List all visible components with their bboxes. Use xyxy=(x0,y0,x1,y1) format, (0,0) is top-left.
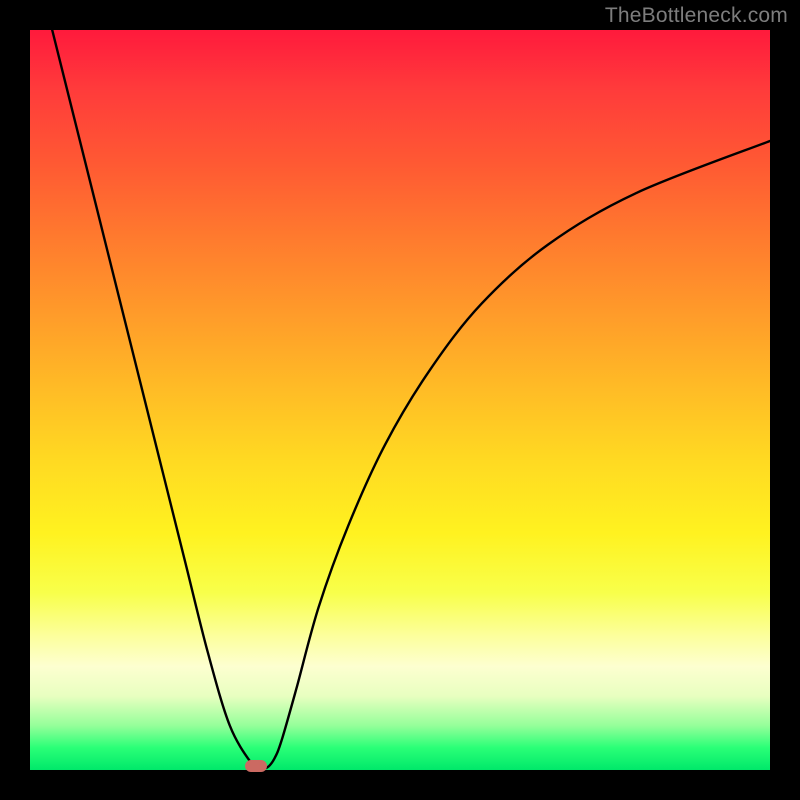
bottleneck-curve xyxy=(30,30,770,770)
chart-frame: TheBottleneck.com xyxy=(0,0,800,800)
min-marker xyxy=(245,760,267,772)
watermark-text: TheBottleneck.com xyxy=(605,4,788,28)
plot-area xyxy=(30,30,770,770)
